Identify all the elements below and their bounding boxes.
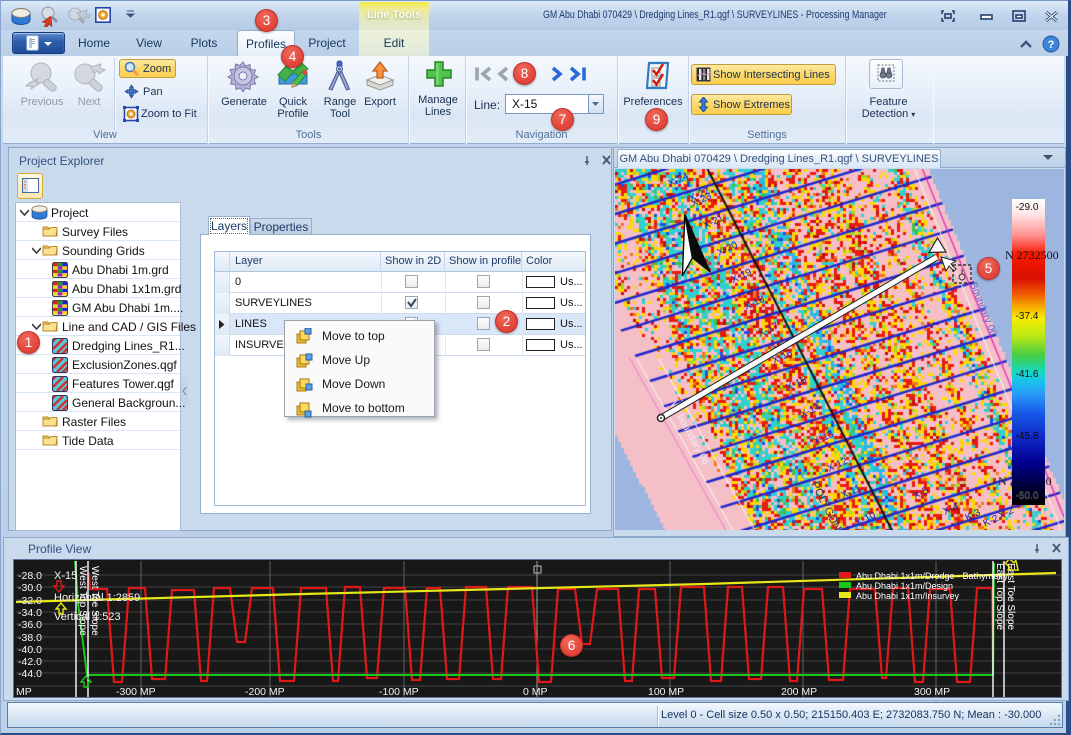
svg-text:-42.0: -42.0 (18, 656, 42, 668)
svg-text:Boundary 06: Boundary 06 (967, 281, 999, 338)
svg-text:X-10: X-10 (854, 510, 878, 529)
svg-text:X-20: X-20 (716, 240, 740, 259)
svg-text:200 MP: 200 MP (781, 686, 817, 697)
svg-text:-30.0: -30.0 (18, 582, 42, 594)
svg-text:X-4: X-4 (942, 501, 961, 518)
svg-text:0 MP: 0 MP (523, 686, 548, 697)
svg-text:X-13: X-13 (812, 429, 836, 448)
svg-text:X-24: X-24 (667, 171, 691, 190)
svg-text:-38.0: -38.0 (18, 632, 42, 644)
svg-text:MP: MP (16, 686, 32, 697)
svg-text:Abu Dhabi 1x1m/Design: Abu Dhabi 1x1m/Design (856, 581, 953, 591)
svg-text:X-15: X-15 (785, 375, 809, 394)
svg-text:West Top Slope: West Top Slope (77, 566, 88, 636)
svg-text:X-15: X-15 (54, 570, 77, 582)
svg-text:-36.0: -36.0 (18, 619, 42, 631)
svg-text:100 MP: 100 MP (648, 686, 684, 697)
svg-text:X-19: X-19 (730, 267, 754, 286)
svg-text:X-21: X-21 (702, 213, 726, 232)
svg-text:-34.0: -34.0 (18, 607, 42, 619)
svg-text:X-11: X-11 (840, 483, 864, 502)
svg-text:X-5: X-5 (912, 485, 931, 502)
svg-text:300 MP: 300 MP (914, 686, 950, 697)
svg-text:-28.0: -28.0 (18, 570, 42, 582)
svg-text:-200 MP: -200 MP (245, 686, 285, 697)
svg-text:-44.0: -44.0 (18, 668, 42, 680)
svg-text:X-12: X-12 (826, 456, 850, 475)
svg-text:X-14: X-14 (799, 402, 823, 421)
svg-text:POLYGON: POLYGON (808, 480, 843, 530)
svg-text:-100 MP: -100 MP (379, 686, 419, 697)
svg-text:X-17: X-17 (757, 321, 781, 340)
svg-text:X-18: X-18 (743, 294, 767, 313)
svg-text:Abu Dhabi 1x1m/Dredge - Bathym: Abu Dhabi 1x1m/Dredge - Bathymetry (856, 571, 1009, 581)
svg-text:-40.0: -40.0 (18, 644, 42, 656)
svg-text:X-2: X-2 (997, 505, 1016, 522)
svg-text:Abu Dhabi 1x1m/Insurvey: Abu Dhabi 1x1m/Insurvey (856, 591, 960, 601)
svg-text:-300 MP: -300 MP (116, 686, 156, 697)
svg-text:K-3: K-3 (964, 507, 983, 524)
svg-text:?: ? (1048, 39, 1055, 51)
svg-text:West Toe Slope: West Toe Slope (89, 566, 100, 636)
svg-text:-32.0: -32.0 (18, 595, 42, 607)
